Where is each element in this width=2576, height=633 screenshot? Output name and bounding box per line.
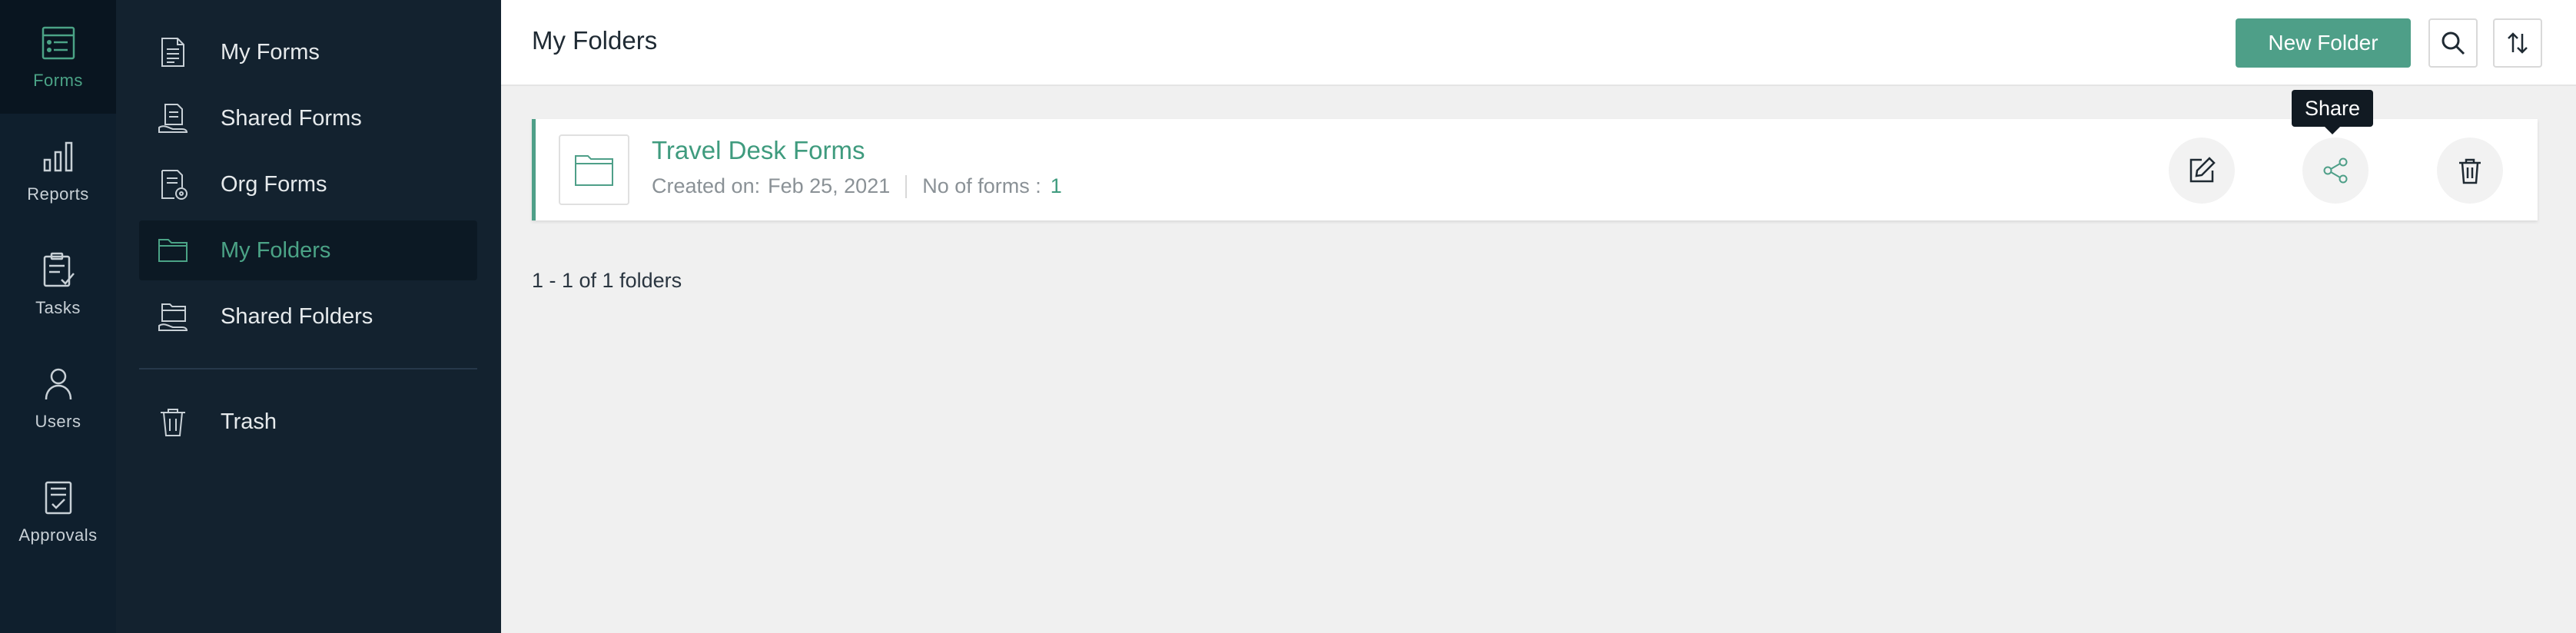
meta-divider (905, 174, 908, 198)
delete-folder-button[interactable] (2437, 138, 2503, 204)
sidebar-item-my-folders[interactable]: My Folders (139, 220, 477, 280)
sidebar-item-org-forms[interactable]: Org Forms (139, 154, 594, 214)
trash-icon (161, 409, 185, 436)
shared-folders-icon (158, 303, 188, 331)
folder-name-link[interactable]: Travel Desk Forms (652, 136, 865, 165)
sidebar-item-label: Trash (221, 409, 277, 434)
search-button[interactable] (2428, 18, 2478, 68)
share-folder-button[interactable] (2302, 138, 2369, 204)
shared-forms-icon (158, 104, 188, 133)
page-title: My Folders (532, 26, 658, 55)
sidebar-item-shared-forms[interactable]: Shared Forms (139, 88, 594, 148)
created-date: Feb 25, 2021 (768, 174, 891, 197)
sidebar-item-shared-folders[interactable]: Shared Folders (139, 287, 594, 346)
sidebar-item-label: Org Forms (221, 171, 327, 197)
rail-item-approvals[interactable]: Approvals (0, 455, 116, 568)
edit-icon (2189, 157, 2216, 183)
sort-icon (2508, 32, 2528, 54)
delete-icon (2459, 158, 2481, 184)
forms-count: 1 (1050, 174, 1062, 197)
icon-rail: Forms Reports Tasks Users Approvals (0, 0, 116, 633)
top-header: My Folders New Folder (501, 0, 2576, 86)
sidebar-divider (139, 368, 477, 370)
approvals-icon (45, 481, 71, 515)
sidebar-item-label: My Folders (221, 237, 331, 263)
org-forms-icon (161, 170, 188, 200)
rail-item-tasks[interactable]: Tasks (0, 227, 116, 341)
edit-folder-button[interactable] (2169, 138, 2235, 204)
rail-label: Reports (27, 184, 89, 204)
forms-count-label: No of forms : (922, 174, 1041, 197)
created-label: Created on: (652, 174, 761, 197)
sort-button[interactable] (2493, 18, 2542, 68)
sidebar-item-label: Shared Folders (221, 303, 373, 329)
sidebar-item-label: My Forms (221, 39, 320, 65)
sidebar-item-trash[interactable]: Trash (139, 392, 594, 452)
new-folder-button[interactable]: New Folder (2236, 18, 2411, 68)
rail-label: Forms (33, 71, 83, 90)
share-tooltip: Share (2292, 90, 2373, 134)
users-icon (45, 368, 71, 400)
share-icon (2323, 157, 2348, 184)
rail-item-reports[interactable]: Reports (0, 114, 116, 227)
sidebar-item-label: Shared Forms (221, 105, 362, 131)
reports-icon (43, 141, 72, 172)
tasks-icon (43, 252, 75, 287)
search-icon (2442, 31, 2465, 55)
forms-icon (41, 26, 75, 60)
my-forms-icon (161, 38, 184, 67)
pagination-summary: 1 - 1 of 1 folders (532, 269, 682, 292)
forms-sidebar: My Forms Shared Forms Org Forms My Folde… (116, 0, 501, 633)
rail-label: Tasks (35, 298, 81, 317)
rail-label: Approvals (18, 525, 98, 545)
folder-meta: Created on: Feb 25, 2021 No of forms : 1 (652, 174, 1062, 198)
rail-label: Users (35, 412, 81, 431)
folder-card[interactable]: Travel Desk Forms Created on: Feb 25, 20… (532, 119, 2538, 220)
folder-thumbnail (559, 134, 629, 205)
folder-icon (158, 239, 188, 262)
rail-item-forms[interactable]: Forms (0, 0, 116, 114)
rail-item-users[interactable]: Users (0, 341, 116, 455)
folder-icon (575, 155, 613, 186)
